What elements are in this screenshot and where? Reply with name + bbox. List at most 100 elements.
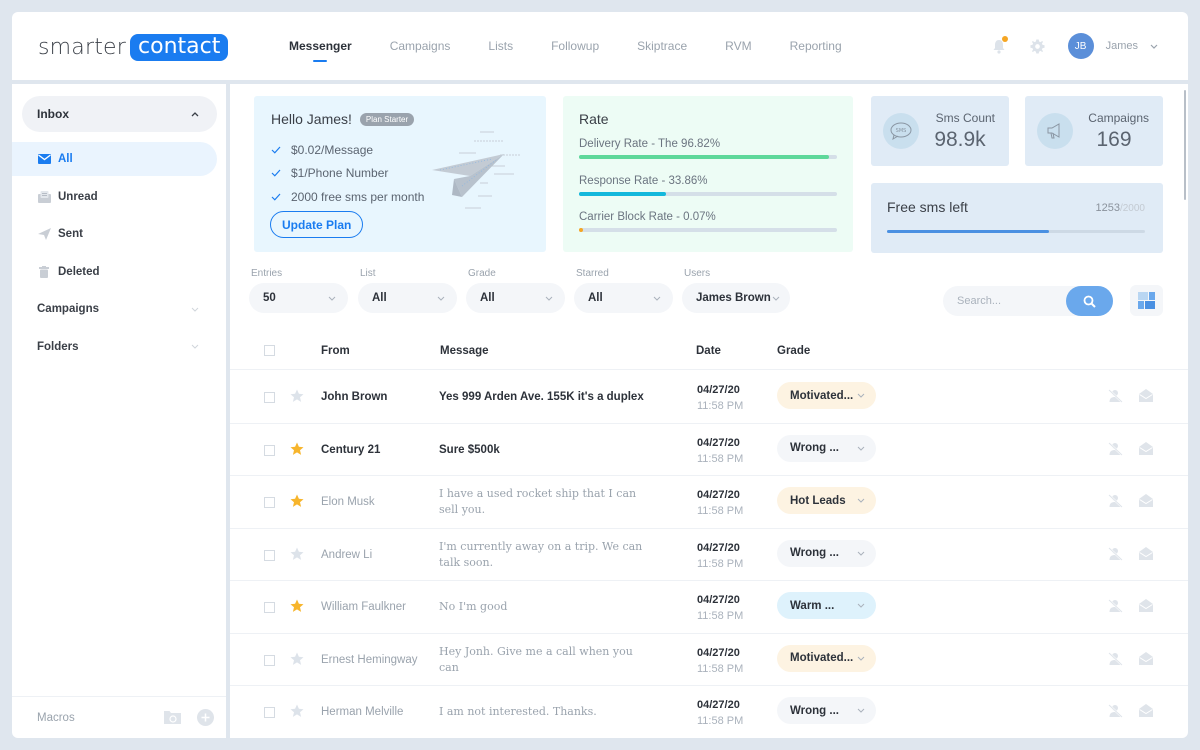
sidebar-group-folders[interactable]: Folders — [12, 330, 226, 364]
table-row[interactable]: Elon Musk I have a used rocket ship that… — [230, 476, 1188, 529]
sidebar: Inbox All Unread Sent Deleted Campaigns … — [12, 84, 226, 738]
grade-select[interactable]: Motivated... — [777, 382, 876, 409]
sidebar-item-sent[interactable]: Sent — [12, 217, 226, 251]
update-plan-button[interactable]: Update Plan — [270, 211, 364, 238]
table-row[interactable]: Andrew Li I'm currently away on a trip. … — [230, 529, 1188, 581]
layout-toggle-button[interactable] — [1130, 285, 1163, 316]
folder-settings-icon[interactable] — [164, 710, 181, 725]
row-checkbox[interactable] — [264, 602, 275, 613]
sidebar-group-campaigns[interactable]: Campaigns — [12, 292, 226, 326]
table-row[interactable]: Century 21 Sure $500k 04/27/20 11:58 PM … — [230, 424, 1188, 476]
sidebar-item-label: Deleted — [58, 265, 100, 278]
grade-label: Warm ... — [790, 599, 835, 612]
unassign-user-icon[interactable] — [1108, 599, 1123, 613]
table-row[interactable]: William Faulkner No I'm good 04/27/20 11… — [230, 581, 1188, 634]
table-header: From Message Date Grade — [230, 336, 1188, 370]
mark-read-envelope-icon[interactable] — [1139, 651, 1153, 665]
mark-read-envelope-icon[interactable] — [1139, 494, 1153, 507]
star-icon[interactable] — [290, 652, 304, 666]
starred-select[interactable]: All — [574, 283, 673, 313]
row-checkbox[interactable] — [264, 392, 275, 403]
unassign-user-icon[interactable] — [1108, 494, 1123, 508]
grade-select[interactable]: Wrong ... — [777, 697, 876, 724]
sidebar-item-all[interactable]: All — [12, 142, 217, 176]
column-grade[interactable]: Grade — [777, 336, 810, 366]
table-row[interactable]: Herman Melville I am not interested. Tha… — [230, 686, 1188, 738]
unassign-user-icon[interactable] — [1108, 704, 1123, 718]
sender-name: Century 21 — [321, 443, 381, 456]
sidebar-item-label: All — [58, 153, 73, 165]
unassign-user-icon[interactable] — [1108, 651, 1123, 666]
mark-read-envelope-icon[interactable] — [1139, 546, 1153, 560]
nav-campaigns[interactable]: Campaigns — [390, 12, 451, 80]
nav-messenger[interactable]: Messenger — [289, 12, 352, 80]
logo[interactable]: smarter contact — [38, 33, 229, 61]
star-icon[interactable] — [290, 599, 304, 613]
unassign-user-icon[interactable] — [1108, 546, 1123, 561]
grade-select[interactable]: All — [466, 283, 565, 313]
star-icon[interactable] — [290, 704, 304, 718]
list-select[interactable]: All — [358, 283, 457, 313]
rate-label: Carrier Block Rate - 0.07% — [579, 211, 716, 223]
grid-layout-icon — [1138, 292, 1155, 309]
settings-button[interactable] — [1028, 36, 1048, 56]
select-all-checkbox[interactable] — [264, 345, 275, 356]
column-from[interactable]: From — [321, 336, 350, 366]
row-checkbox[interactable] — [264, 497, 275, 508]
mark-read-envelope-icon[interactable] — [1139, 599, 1153, 612]
grade-select[interactable]: Wrong ... — [777, 539, 876, 567]
check-icon — [271, 166, 283, 180]
mark-read-envelope-icon[interactable] — [1139, 704, 1153, 717]
sidebar-group-label: Campaigns — [37, 303, 99, 315]
row-checkbox[interactable] — [264, 549, 275, 561]
row-checkbox[interactable] — [264, 707, 275, 718]
nav-followup[interactable]: Followup — [551, 12, 599, 80]
star-icon[interactable] — [290, 389, 304, 403]
grade-select[interactable]: Wrong ... — [777, 434, 876, 462]
sidebar-item-unread[interactable]: Unread — [12, 180, 226, 214]
star-icon[interactable] — [290, 442, 304, 456]
unassign-user-icon[interactable] — [1108, 441, 1123, 456]
table-row[interactable]: Ernest Hemingway Hey Jonh. Give me a cal… — [230, 634, 1188, 686]
message-date: 04/27/20 — [697, 436, 740, 449]
star-icon[interactable] — [290, 494, 304, 508]
plan-badge: Plan Starter — [359, 112, 415, 126]
free-sms-total: /2000 — [1119, 203, 1145, 214]
users-select[interactable]: James Brown — [682, 283, 790, 313]
star-icon[interactable] — [290, 547, 304, 561]
sms-bubble-icon: SMS — [883, 113, 919, 149]
free-sms-track — [887, 230, 1145, 233]
notifications-button[interactable] — [989, 36, 1009, 56]
grade-select[interactable]: Motivated... — [777, 644, 876, 672]
grade-select[interactable]: Hot Leads — [777, 487, 876, 514]
sidebar-item-deleted[interactable]: Deleted — [12, 255, 226, 289]
search-button[interactable] — [1066, 286, 1113, 316]
chevron-down-icon[interactable] — [1150, 44, 1158, 49]
column-message[interactable]: Message — [440, 336, 489, 366]
add-macro-icon[interactable] — [197, 709, 214, 726]
message-date: 04/27/20 — [697, 489, 740, 501]
stat-label: Campaigns — [1088, 111, 1149, 125]
paper-plane-icon — [37, 227, 51, 241]
row-checkbox[interactable] — [264, 654, 275, 666]
column-date[interactable]: Date — [696, 336, 721, 366]
macros-label[interactable]: Macros — [37, 712, 164, 724]
nav-skiptrace[interactable]: Skiptrace — [637, 12, 687, 80]
unassign-user-icon[interactable] — [1108, 389, 1123, 403]
row-checkbox[interactable] — [264, 444, 275, 456]
nav-rvm[interactable]: RVM — [725, 12, 751, 80]
table-row[interactable]: John Brown Yes 999 Arden Ave. 155K it's … — [230, 371, 1188, 424]
nav-lists[interactable]: Lists — [488, 12, 513, 80]
user-name[interactable]: James — [1106, 40, 1138, 52]
search-input[interactable] — [957, 286, 1057, 316]
inbox-toggle[interactable]: Inbox — [22, 96, 217, 132]
grade-select[interactable]: Warm ... — [777, 592, 876, 619]
mark-read-envelope-icon[interactable] — [1139, 389, 1153, 402]
avatar[interactable]: JB — [1067, 33, 1094, 59]
mark-read-envelope-icon[interactable] — [1139, 441, 1153, 455]
entries-select[interactable]: 50 — [249, 283, 348, 313]
scrollbar[interactable] — [1184, 90, 1186, 200]
nav-reporting[interactable]: Reporting — [790, 12, 842, 80]
message-date: 04/27/20 — [697, 646, 740, 659]
chevron-down-icon — [437, 296, 445, 301]
